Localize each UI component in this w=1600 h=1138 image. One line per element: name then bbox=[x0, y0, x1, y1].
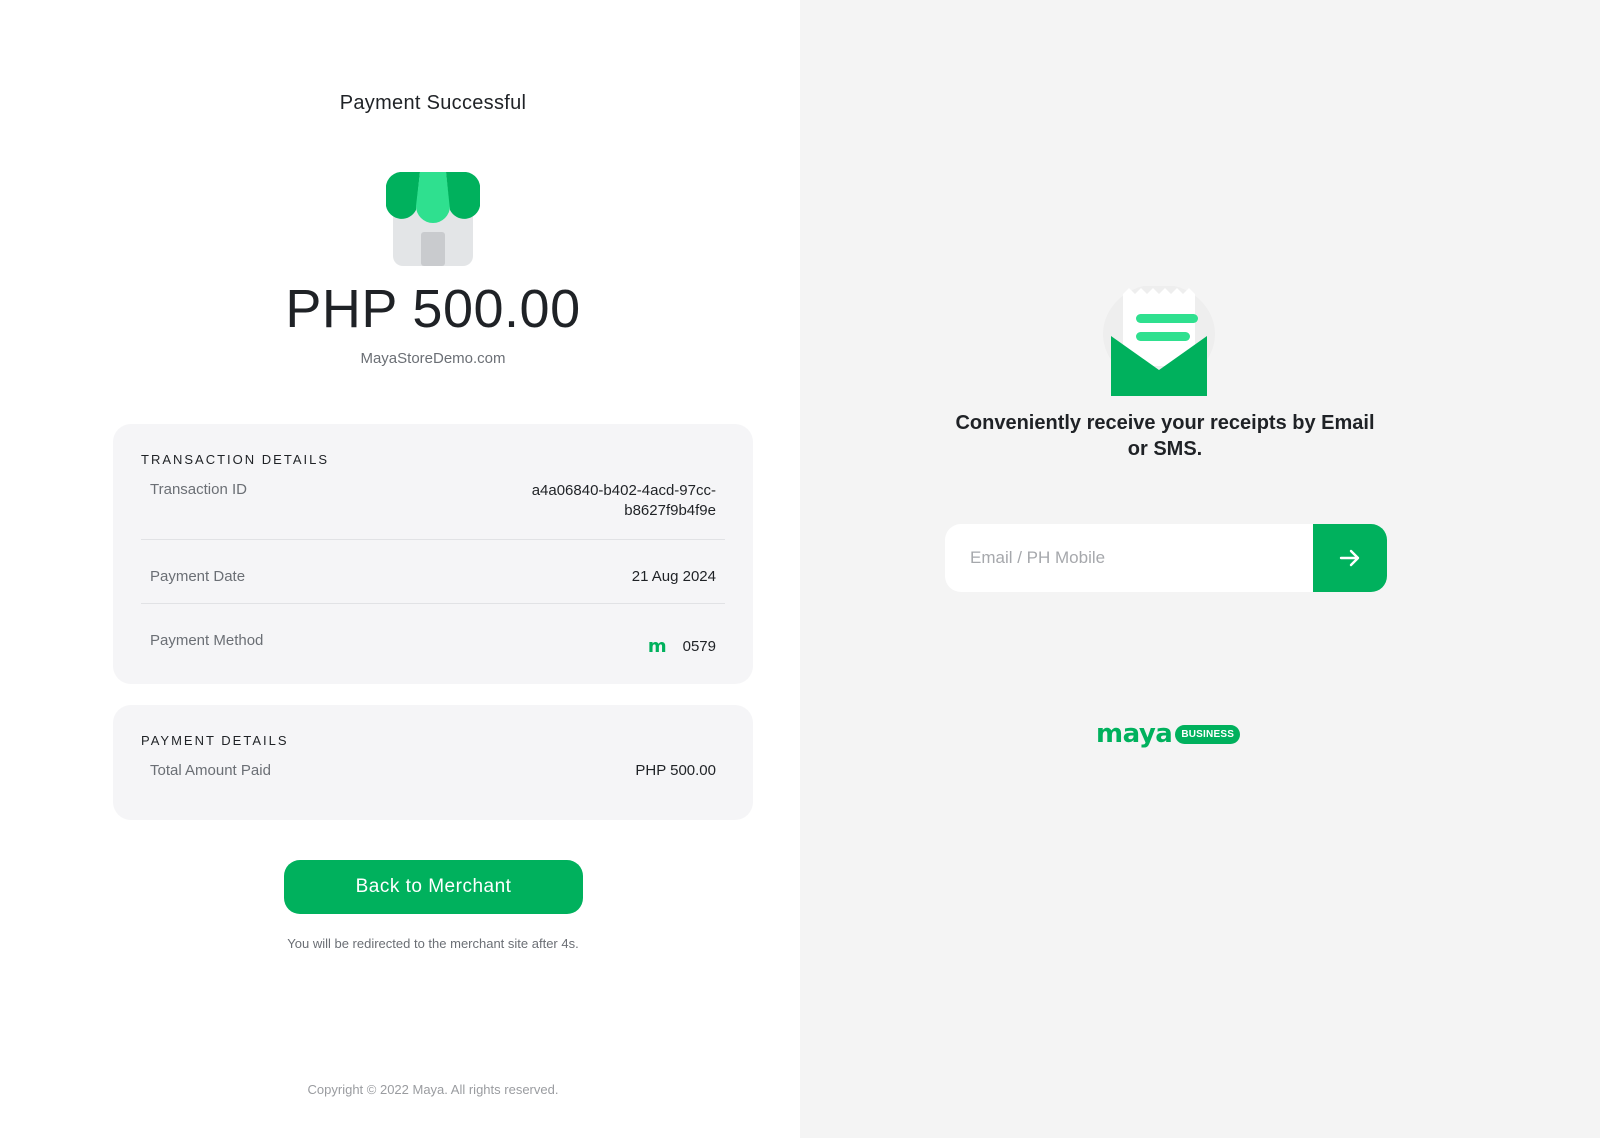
receipt-prompt: Conveniently receive your receipts by Em… bbox=[955, 412, 1375, 460]
email-mobile-input[interactable] bbox=[945, 524, 1313, 592]
payment-method-row: Payment Method m 0579 bbox=[141, 632, 725, 657]
payment-details-card: PAYMENT DETAILS Total Amount Paid PHP 50… bbox=[113, 705, 753, 820]
payment-summary-panel: Payment Successful PHP 500.00 MayaStoreD… bbox=[0, 0, 800, 1138]
payment-method-label: Payment Method bbox=[150, 632, 264, 649]
payment-method-value-wrap: m 0579 bbox=[648, 632, 716, 657]
business-badge: BUSINESS bbox=[1175, 724, 1241, 744]
payment-amount: PHP 500.00 bbox=[285, 279, 581, 339]
transaction-id-label: Transaction ID bbox=[150, 481, 247, 498]
arrow-right-icon bbox=[1339, 549, 1360, 567]
store-icon bbox=[386, 172, 480, 266]
payment-date-row: Payment Date 21 Aug 2024 bbox=[141, 568, 725, 585]
transaction-details-title: TRANSACTION DETAILS bbox=[141, 452, 330, 467]
total-amount-label: Total Amount Paid bbox=[150, 762, 271, 779]
send-receipt-button[interactable] bbox=[1313, 524, 1387, 592]
back-to-merchant-button[interactable]: Back to Merchant bbox=[284, 860, 583, 914]
total-amount-value: PHP 500.00 bbox=[635, 762, 716, 779]
merchant-name: MayaStoreDemo.com bbox=[360, 350, 506, 367]
total-amount-row: Total Amount Paid PHP 500.00 bbox=[141, 762, 725, 779]
payment-details-title: PAYMENT DETAILS bbox=[141, 733, 289, 748]
redirect-notice: You will be redirected to the merchant s… bbox=[287, 936, 579, 951]
maya-m-icon: m bbox=[647, 636, 667, 657]
page-title: Payment Successful bbox=[339, 92, 527, 114]
transaction-id-value: a4a06840-b402-4acd-97cc-b8627f9b4f9e bbox=[531, 482, 716, 519]
copyright: Copyright © 2022 Maya. All rights reserv… bbox=[307, 1082, 559, 1097]
divider bbox=[141, 603, 725, 604]
transaction-id-row: Transaction ID a4a06840-b402-4acd-97cc-b… bbox=[141, 481, 725, 521]
receipt-form bbox=[945, 524, 1387, 592]
payment-date-value: 21 Aug 2024 bbox=[631, 568, 716, 585]
maya-logo-text: maya bbox=[1096, 719, 1173, 749]
payment-method-value: 0579 bbox=[682, 638, 716, 655]
receipt-panel: Conveniently receive your receipts by Em… bbox=[800, 0, 1600, 1138]
payment-date-label: Payment Date bbox=[150, 568, 246, 585]
transaction-details-card: TRANSACTION DETAILS Transaction ID a4a06… bbox=[113, 424, 753, 684]
envelope-receipt-icon bbox=[1103, 286, 1215, 396]
maya-business-logo: maya BUSINESS bbox=[1096, 719, 1241, 749]
divider bbox=[141, 539, 725, 540]
